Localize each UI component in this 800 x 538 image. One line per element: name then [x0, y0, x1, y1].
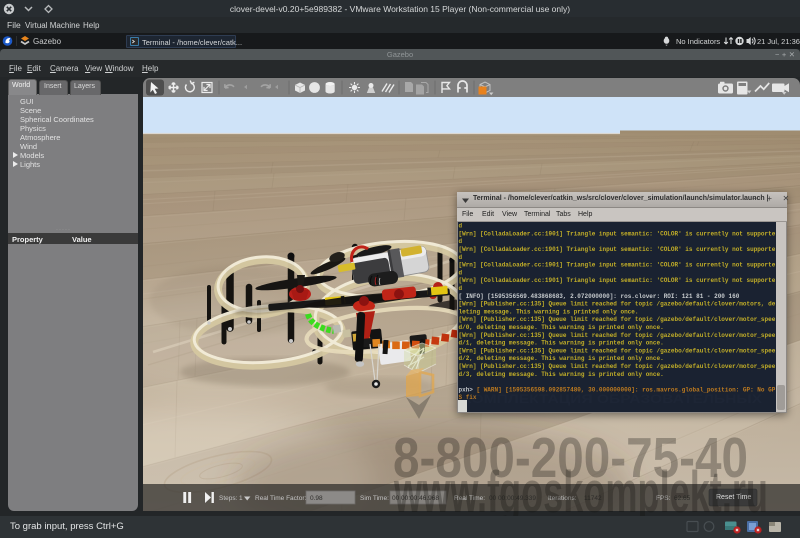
svg-text:d: d — [459, 238, 463, 245]
svg-text:[Wrn] [Publisher.cc:135] Queue: [Wrn] [Publisher.cc:135] Queue limit rea… — [459, 301, 776, 308]
svg-text:[ INFO] [1595356569.483868683,: [ INFO] [1595356569.483868683, 2.0720000… — [459, 293, 740, 300]
svg-text:d: d — [459, 285, 463, 292]
svg-text:[Wrn] [ColladaLoader.cc:1901]: [Wrn] [ColladaLoader.cc:1901] Triangle i… — [459, 246, 776, 253]
svg-text:[Wrn] [ColladaLoader.cc:1901]: [Wrn] [ColladaLoader.cc:1901] Triangle i… — [459, 230, 776, 237]
svg-text:d: d — [459, 223, 463, 230]
svg-text:d/0, deleting message. This wa: d/0, deleting message. This warning is p… — [459, 324, 664, 331]
svg-text:[Wrn] [Publisher.cc:135] Queue: [Wrn] [Publisher.cc:135] Queue limit rea… — [459, 347, 776, 354]
svg-text:КОМПЛЕКТАЦИЯ ОБРАЗОВАТЕЛЬНЫХ: КОМПЛЕКТАЦИЯ ОБРАЗОВАТЕЛЬНЫХ — [462, 392, 762, 406]
svg-text:d: d — [459, 269, 463, 276]
svg-text:[Wrn] [Publisher.cc:135] Queue: [Wrn] [Publisher.cc:135] Queue limit rea… — [459, 363, 776, 370]
svg-text:[Wrn] [ColladaLoader.cc:1901]: [Wrn] [ColladaLoader.cc:1901] Triangle i… — [459, 277, 776, 284]
svg-text:[Wrn] [Publisher.cc:135] Queue: [Wrn] [Publisher.cc:135] Queue limit rea… — [459, 332, 776, 339]
svg-text:[Wrn] [ColladaLoader.cc:1901]: [Wrn] [ColladaLoader.cc:1901] Triangle i… — [459, 262, 776, 269]
svg-text:d/2, deleting message. This wa: d/2, deleting message. This warning is p… — [459, 355, 664, 362]
svg-text:d/1, deleting message. This wa: d/1, deleting message. This warning is p… — [459, 340, 664, 347]
svg-text:d: d — [459, 254, 463, 261]
svg-text:d/3, deleting message. This wa: d/3, deleting message. This warning is p… — [459, 371, 664, 378]
svg-text:[Wrn] [Publisher.cc:135] Queue: [Wrn] [Publisher.cc:135] Queue limit rea… — [459, 316, 776, 323]
svg-text:leting message. This warning i: leting message. This warning is printed … — [459, 308, 639, 315]
